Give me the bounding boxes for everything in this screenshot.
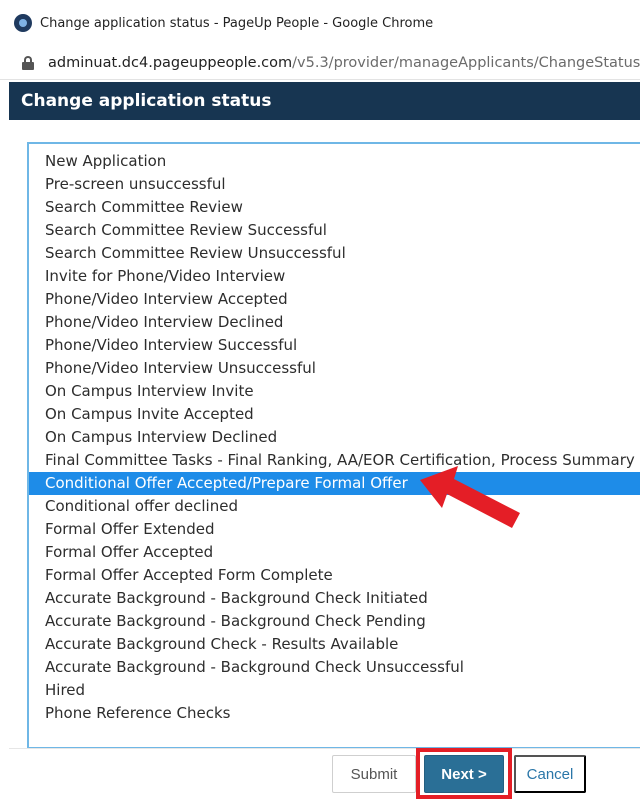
modal-header: Change application status [9, 82, 640, 120]
address-bar[interactable]: adminuat.dc4.pageuppeople.com/v5.3/provi… [0, 46, 640, 80]
red-arrow-icon [420, 466, 520, 528]
window-title: Change application status - PageUp Peopl… [40, 15, 434, 31]
footer-divider [9, 748, 640, 749]
status-option[interactable]: New Application [29, 150, 640, 173]
modal-body: New Application Pre-screen unsuccessful Se… [9, 120, 640, 805]
next-button[interactable]: Next > [424, 755, 504, 793]
status-option[interactable]: On Campus Invite Accepted [29, 403, 640, 426]
status-option[interactable]: Conditional offer declined [29, 495, 640, 518]
status-option[interactable]: Search Committee Review Successful [29, 219, 640, 242]
status-option[interactable]: Formal Offer Accepted [29, 541, 640, 564]
status-option[interactable]: Formal Offer Accepted Form Complete [29, 564, 640, 587]
status-option[interactable]: Phone Reference Checks [29, 702, 640, 725]
status-option[interactable]: Phone/Video Interview Accepted [29, 288, 640, 311]
status-option[interactable]: Formal Offer Extended [29, 518, 640, 541]
url-path: /v5.3/provider/manageApplicants/ChangeSt… [292, 54, 640, 71]
status-option[interactable]: On Campus Interview Declined [29, 426, 640, 449]
status-option[interactable]: On Campus Interview Invite [29, 380, 640, 403]
submit-button[interactable]: Submit [332, 755, 416, 793]
url-host: adminuat.dc4.pageuppeople.com [48, 54, 293, 71]
browser-window: Change application status - PageUp Peopl… [0, 0, 640, 805]
status-option[interactable]: Search Committee Review Unsuccessful [29, 242, 640, 265]
lock-icon[interactable] [22, 55, 34, 70]
cancel-button[interactable]: Cancel [514, 755, 586, 793]
status-option[interactable]: Accurate Background - Background Check I… [29, 587, 640, 610]
window-titlebar: Change application status - PageUp Peopl… [0, 0, 640, 46]
status-option[interactable]: Pre-screen unsuccessful [29, 173, 640, 196]
status-option[interactable]: Accurate Background - Background Check U… [29, 656, 640, 679]
status-option[interactable]: Search Committee Review [29, 196, 640, 219]
status-option[interactable]: Phone/Video Interview Declined [29, 311, 640, 334]
status-listbox[interactable]: New Application Pre-screen unsuccessful Se… [27, 142, 640, 749]
status-option[interactable]: Accurate Background Check - Results Avai… [29, 633, 640, 656]
status-option[interactable]: Hired [29, 679, 640, 702]
status-option[interactable]: Phone/Video Interview Successful [29, 334, 640, 357]
status-option[interactable]: Phone/Video Interview Unsuccessful [29, 357, 640, 380]
pageup-app-icon [14, 14, 32, 32]
status-option[interactable]: Conditional Offer Accepted/Prepare Forma… [29, 472, 640, 495]
modal-title: Change application status [21, 91, 272, 111]
status-option[interactable]: Invite for Phone/Video Interview [29, 265, 640, 288]
status-option[interactable]: Accurate Background - Background Check P… [29, 610, 640, 633]
status-option[interactable]: Final Committee Tasks - Final Ranking, A… [29, 449, 640, 472]
url-text[interactable]: adminuat.dc4.pageuppeople.com/v5.3/provi… [48, 55, 640, 71]
